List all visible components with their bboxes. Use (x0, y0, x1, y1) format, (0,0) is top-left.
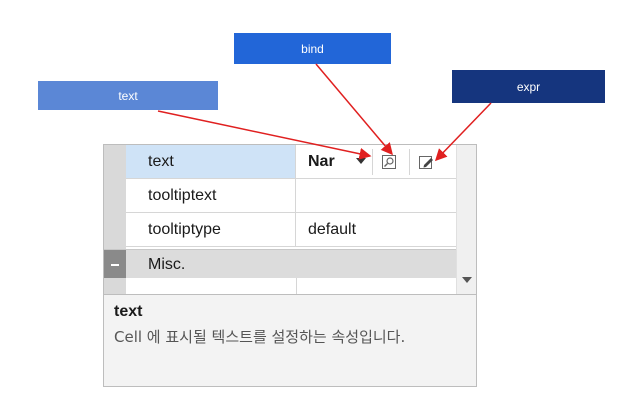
bind-arrow (315, 63, 393, 156)
expr-arrow (434, 102, 492, 162)
annotation-arrows (157, 63, 492, 162)
text-arrow (157, 110, 372, 160)
